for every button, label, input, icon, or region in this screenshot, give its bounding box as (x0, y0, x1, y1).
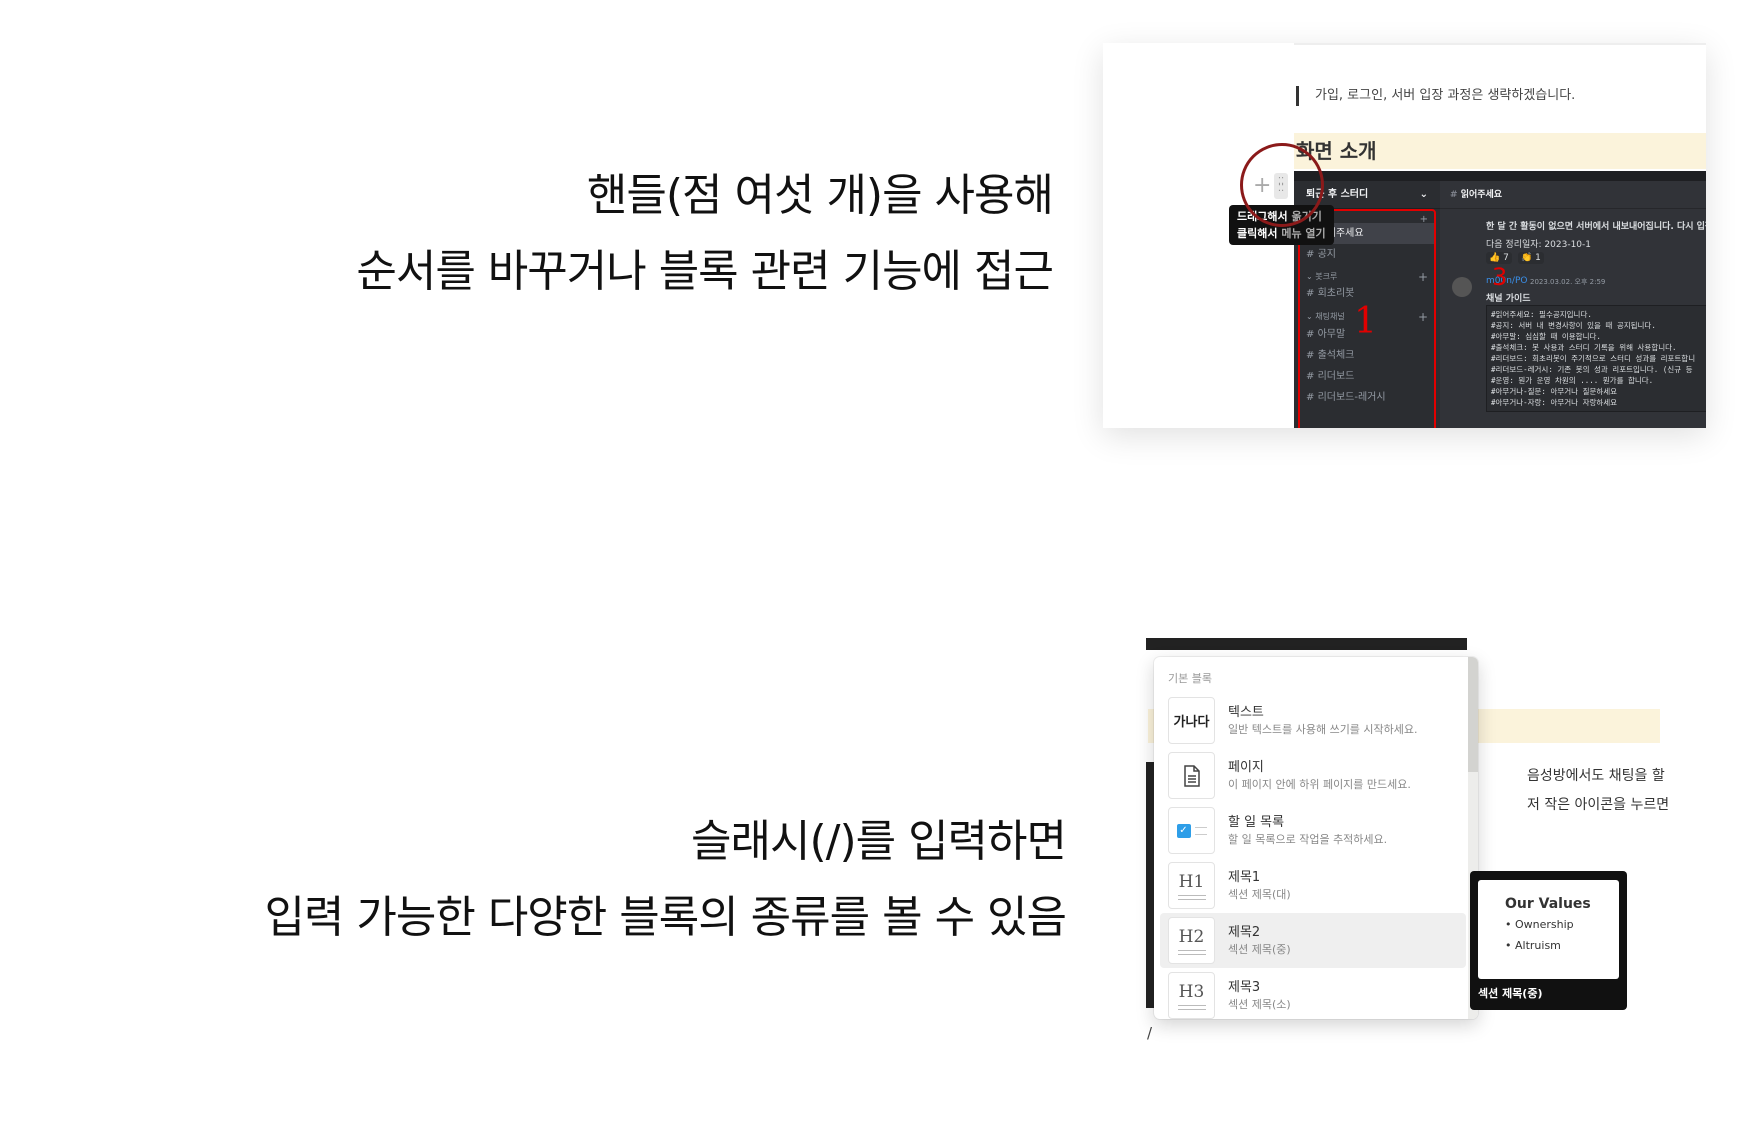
caption-line: 입력 가능한 다양한 블록의 종류를 볼 수 있음 (264, 892, 1067, 943)
menu-item-h2[interactable]: H2 제목2 섹션 제목(중) (1160, 913, 1466, 968)
page-text: 음성방에서도 채팅을 할 (1527, 768, 1665, 784)
page-text: 저 작은 아이콘을 누르면 (1527, 797, 1670, 813)
annotation-label: 3 (1492, 263, 1508, 291)
code-block: #읽어주세요: 필수공지입니다. #공지: 서버 내 변경사항이 있을 때 공지됩… (1486, 305, 1706, 412)
todo-icon: ✓ (1168, 807, 1215, 854)
message-title: 채널 가이드 (1486, 294, 1531, 304)
menu-item-page[interactable]: 페이지 이 페이지 안에 하위 페이지를 만드세요. (1160, 748, 1466, 803)
caption-slash: 슬래시(/)를 입력하면 입력 가능한 다양한 블록의 종류를 볼 수 있음 (264, 804, 1067, 956)
heading3-icon: H3 (1168, 972, 1215, 1019)
section-label: 기본 블록 (1168, 672, 1212, 685)
preview-bullet: Ownership (1515, 918, 1574, 931)
message-area: # 읽어주세요 한 달 간 활동이 없으면 서버에서 내보내어집니다. 다시 입… (1440, 181, 1706, 428)
preview-caption: 섹션 제목(중) (1478, 987, 1543, 1000)
timestamp: 2023.03.02. 오후 2:59 (1530, 278, 1606, 286)
caption-line: 핸들(점 여섯 개)을 사용해 (586, 170, 1054, 221)
heading-block: 화면 소개 (1294, 133, 1706, 169)
quote-block: 가입, 로그인, 서버 입장 과정은 생략하겠습니다. (1296, 86, 1575, 106)
text-block-icon: 가나다 (1168, 697, 1215, 744)
channel-title: 읽어주세요 (1460, 190, 1503, 200)
slash-command-menu: 기본 블록 가나다 텍스트 일반 텍스트를 사용해 쓰기를 시작하세요. 페이지 이 … (1154, 657, 1478, 1019)
menu-item-text[interactable]: 가나다 텍스트 일반 텍스트를 사용해 쓰기를 시작하세요. (1160, 693, 1466, 748)
menu-item-h3[interactable]: H3 제목3 섹션 제목(소) (1160, 968, 1466, 1019)
dark-strip (1146, 638, 1467, 650)
menu-item-todo[interactable]: ✓ 할 일 목록 할 일 목록으로 작업을 추적하세요. (1160, 803, 1466, 858)
avatar (1452, 277, 1472, 297)
message-text: 다음 정리일자: 2023-10-1 (1486, 240, 1592, 250)
highlight-circle (1240, 143, 1324, 227)
dark-strip (1146, 762, 1154, 1008)
preview-title: Our Values (1505, 896, 1591, 912)
preview-bullet: Altruism (1515, 939, 1561, 952)
message-text: 한 달 간 활동이 없으면 서버에서 내보내어집니다. 다시 입장 (1486, 222, 1706, 232)
typed-slash[interactable]: / (1147, 1024, 1152, 1042)
caption-line: 슬래시(/)를 입력하면 (691, 816, 1067, 867)
handle-screenshot: 가입, 로그인, 서버 입장 과정은 생략하겠습니다. 화면 소개 + ⁚⁚ ⁚⁚… (1103, 43, 1706, 428)
block-preview-tooltip: Our Values • Ownership • Altruism 섹션 제목(… (1470, 871, 1627, 1010)
heading2-icon: H2 (1168, 917, 1215, 964)
annotation-label: 1 (1354, 301, 1377, 342)
caption-handle: 핸들(점 여섯 개)을 사용해 순서를 바꾸거나 블록 관련 기능에 접근 (356, 158, 1054, 310)
reaction[interactable]: 👏 1 (1518, 252, 1544, 264)
discord-screenshot: 퇴근 후 스터디⌄ + # 읽어주세요 # 공지 ⌄ 봇크루+ # 회초리봇 ⌄… (1294, 171, 1706, 428)
page-icon (1168, 752, 1215, 799)
heading1-icon: H1 (1168, 862, 1215, 909)
menu-item-h1[interactable]: H1 제목1 섹션 제목(대) (1160, 858, 1466, 913)
caption-line: 순서를 바꾸거나 블록 관련 기능에 접근 (356, 246, 1054, 297)
